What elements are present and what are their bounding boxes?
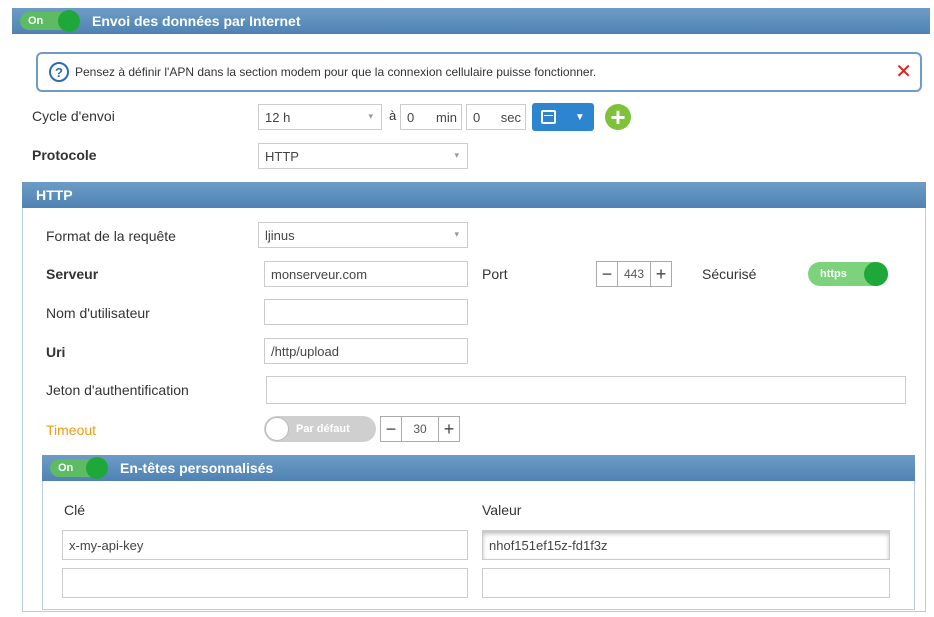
key-column-header: Clé [64, 502, 86, 518]
header-key-value-1: x-my-api-key [69, 537, 144, 553]
protocol-value: HTTP [265, 148, 299, 164]
request-format-value: ljinus [265, 227, 295, 243]
help-icon: ? [49, 62, 69, 82]
toggle-knob [864, 262, 888, 286]
port-increment-button[interactable]: + [650, 261, 672, 287]
username-label: Nom d'utilisateur [46, 305, 150, 321]
chevron-down-icon: ▾ [454, 229, 459, 239]
main-enable-toggle[interactable]: On [20, 10, 80, 32]
header-value-input-2[interactable] [482, 568, 890, 598]
server-input[interactable]: monserveur.com [264, 261, 468, 287]
timeout-label: Timeout [46, 422, 97, 438]
timeout-default-toggle[interactable]: Par défaut [264, 416, 376, 442]
http-section-header: HTTP [22, 182, 926, 208]
port-decrement-button[interactable]: − [596, 261, 618, 287]
cycle-hours-select[interactable]: 12 h ▾ [258, 104, 382, 130]
add-icon[interactable]: + [605, 104, 631, 130]
main-section-header: On Envoi des données par Internet [12, 8, 930, 34]
secure-label: Sécurisé [702, 266, 757, 282]
uri-value: /http/upload [271, 343, 339, 359]
cycle-minutes-unit: min [436, 109, 457, 125]
close-icon[interactable]: ✕ [895, 62, 912, 82]
caret-down-icon: ▼ [574, 111, 585, 123]
header-key-input-1[interactable]: x-my-api-key [62, 530, 468, 560]
timeout-value[interactable]: 30 [402, 416, 438, 442]
plus-icon: + [655, 264, 667, 284]
cycle-minutes-input[interactable]: 0 min [400, 104, 462, 130]
cycle-minutes-value: 0 [407, 109, 415, 125]
value-column-header: Valeur [482, 502, 522, 518]
minus-icon: − [385, 419, 397, 439]
cycle-seconds-input[interactable]: 0 sec [466, 104, 526, 130]
apn-notice: ? Pensez à définir l'APN dans la section… [36, 52, 922, 92]
server-label: Serveur [46, 266, 99, 282]
username-input[interactable] [264, 299, 468, 325]
headers-toggle-label: On [58, 462, 74, 474]
port-label: Port [482, 266, 508, 282]
chevron-down-icon: ▾ [454, 150, 459, 160]
headers-enable-toggle[interactable]: On [50, 457, 108, 479]
toggle-knob [265, 417, 289, 441]
headers-section-title: En-têtes personnalisés [120, 460, 274, 476]
headers-section-header: On En-têtes personnalisés [42, 455, 915, 481]
calendar-dropdown-button[interactable]: ▼ [532, 103, 594, 131]
https-toggle[interactable]: https [808, 262, 888, 286]
calendar-icon [541, 110, 557, 124]
toggle-knob [58, 10, 80, 32]
protocol-label: Protocole [32, 147, 97, 163]
header-value-value-1: nhof151ef15z-fd1f3z [489, 537, 608, 553]
https-toggle-label: https [820, 268, 847, 280]
cycle-seconds-unit: sec [500, 109, 521, 125]
port-number: 443 [623, 267, 645, 281]
plus-icon: + [443, 419, 455, 439]
uri-input[interactable]: /http/upload [264, 338, 468, 364]
at-label: à [389, 108, 397, 123]
timeout-default-label: Par défaut [296, 423, 350, 435]
chevron-down-icon: ▾ [368, 111, 373, 121]
toggle-knob [86, 457, 108, 479]
token-input[interactable] [266, 376, 906, 404]
uri-label: Uri [46, 344, 66, 360]
port-value[interactable]: 443 [618, 261, 650, 287]
server-value: monserveur.com [271, 266, 368, 282]
timeout-increment-button[interactable]: + [438, 416, 460, 442]
token-label: Jeton d'authentification [46, 382, 189, 398]
cycle-label: Cycle d'envoi [32, 108, 115, 124]
cycle-hours-value: 12 h [265, 109, 291, 125]
main-section-title: Envoi des données par Internet [92, 13, 301, 29]
main-toggle-label: On [28, 15, 44, 27]
protocol-select[interactable]: HTTP ▾ [258, 143, 468, 169]
timeout-decrement-button[interactable]: − [380, 416, 402, 442]
http-section-title: HTTP [36, 187, 73, 203]
header-value-input-1[interactable]: nhof151ef15z-fd1f3z [482, 530, 890, 560]
request-format-label: Format de la requête [46, 228, 176, 244]
apn-notice-text: Pensez à définir l'APN dans la section m… [75, 65, 597, 79]
minus-icon: − [601, 264, 613, 284]
header-key-input-2[interactable] [62, 568, 468, 598]
cycle-seconds-value: 0 [473, 109, 481, 125]
timeout-number: 30 [413, 422, 427, 436]
request-format-select[interactable]: ljinus ▾ [258, 222, 468, 248]
